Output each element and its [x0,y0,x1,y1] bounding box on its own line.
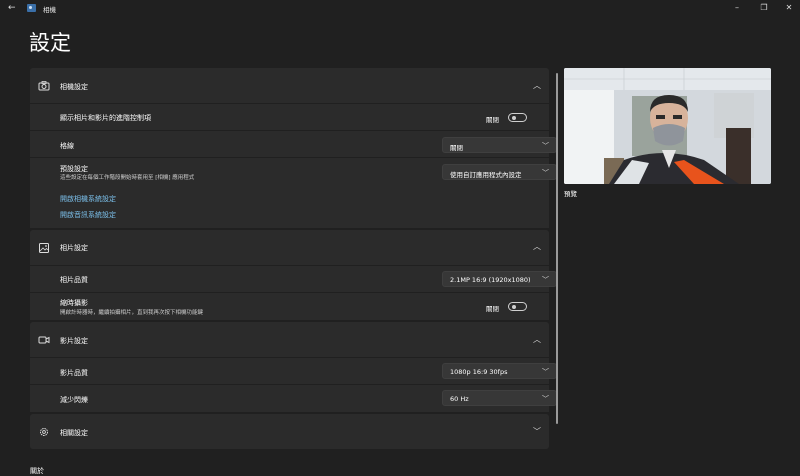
back-arrow-icon[interactable]: ← [8,3,16,13]
video-quality-value: 1080p 16:9 30fps [450,368,508,376]
video-quality-dropdown[interactable]: 1080p 16:9 30fps ﹀ [442,363,557,379]
chevron-down-icon: ﹀ [542,395,549,403]
camera-settings-header[interactable]: 相機設定 ︿ [30,68,549,103]
advanced-controls-toggle[interactable] [508,113,527,122]
grid-dropdown[interactable]: 關閉 ﹀ [442,137,557,153]
open-audio-system-settings-link[interactable]: 開啟音訊系統設定 [60,210,116,220]
timelapse-row: 縮時攝影 開啟計時器時，繼續拍攝相片，直到我再次按下相機功能鍵 關閉 [30,292,549,320]
chevron-down-icon: ﹀ [542,276,549,284]
page-title: 設定 [29,31,71,55]
video-quality-label: 影片品質 [60,369,88,377]
flicker-row: 減少閃爍 60 Hz ﹀ [30,384,557,412]
photo-quality-label: 相片品質 [60,276,88,284]
minimize-icon[interactable]: – [731,3,743,12]
related-settings-title: 相關設定 [60,429,88,437]
open-camera-system-settings-link[interactable]: 開啟相機系統設定 [60,194,116,204]
chevron-up-icon[interactable]: ︿ [533,334,541,345]
chevron-down-icon[interactable]: ﹀ [533,426,541,437]
photo-settings-title: 相片設定 [60,244,88,252]
chevron-down-icon: ﹀ [542,368,549,376]
window-title: 相機 [43,6,56,14]
advanced-controls-label: 顯示相片和影片的進階控制項 [60,114,151,122]
close-icon[interactable]: ✕ [783,3,795,12]
video-settings-header[interactable]: 影片設定 ︿ [30,322,549,357]
timelapse-label: 縮時攝影 [60,299,88,307]
grid-value: 關閉 [450,144,463,152]
timelapse-toggle[interactable] [508,302,527,311]
camera-preview [564,68,771,184]
gear-icon [40,428,48,436]
video-settings-title: 影片設定 [60,337,88,345]
timelapse-description: 開啟計時器時，繼續拍攝相片，直到我再次按下相機功能鍵 [60,310,204,316]
default-settings-dropdown[interactable]: 使用自訂應用程式內設定 ﹀ [442,164,557,180]
photo-settings-header[interactable]: 相片設定 ︿ [30,230,549,265]
flicker-dropdown[interactable]: 60 Hz ﹀ [442,390,557,406]
flicker-value: 60 Hz [450,395,469,403]
timelapse-toggle-text: 關閉 [486,305,499,313]
chevron-up-icon[interactable]: ︿ [533,80,541,91]
title-bar: ← 相機 – ❐ ✕ [0,0,800,17]
related-settings-header[interactable]: 相關設定 ﹀ [30,414,549,449]
video-camera-icon [38,336,50,344]
grid-row: 格線 關閉 ﹀ [30,130,557,158]
restore-icon[interactable]: ❐ [758,3,770,12]
advanced-controls-row: 顯示相片和影片的進階控制項 關閉 [30,103,549,131]
grid-label: 格線 [60,142,74,150]
chevron-up-icon[interactable]: ︿ [533,241,541,252]
default-settings-value: 使用自訂應用程式內設定 [450,171,522,179]
flicker-label: 減少閃爍 [60,396,88,404]
camera-settings-title: 相機設定 [60,83,88,91]
preview-label: 預覽 [564,190,577,198]
preview-image [564,68,771,184]
photo-quality-value: 2.1MP 16:9 (1920x1080) [450,276,531,284]
scrollbar[interactable] [556,73,558,424]
chevron-down-icon: ﹀ [542,142,549,150]
camera-app-icon [27,4,36,12]
image-icon [39,243,49,253]
chevron-down-icon: ﹀ [542,169,549,177]
default-settings-description: 這些設定在每個工作階段開始時套用至 [相機] 應用程式 [60,175,195,181]
advanced-controls-toggle-text: 關閉 [486,116,499,124]
video-quality-row: 影片品質 1080p 16:9 30fps ﹀ [30,357,557,385]
photo-quality-row: 相片品質 2.1MP 16:9 (1920x1080) ﹀ [30,265,557,293]
photo-quality-dropdown[interactable]: 2.1MP 16:9 (1920x1080) ﹀ [442,271,557,287]
camera-icon [38,81,50,91]
